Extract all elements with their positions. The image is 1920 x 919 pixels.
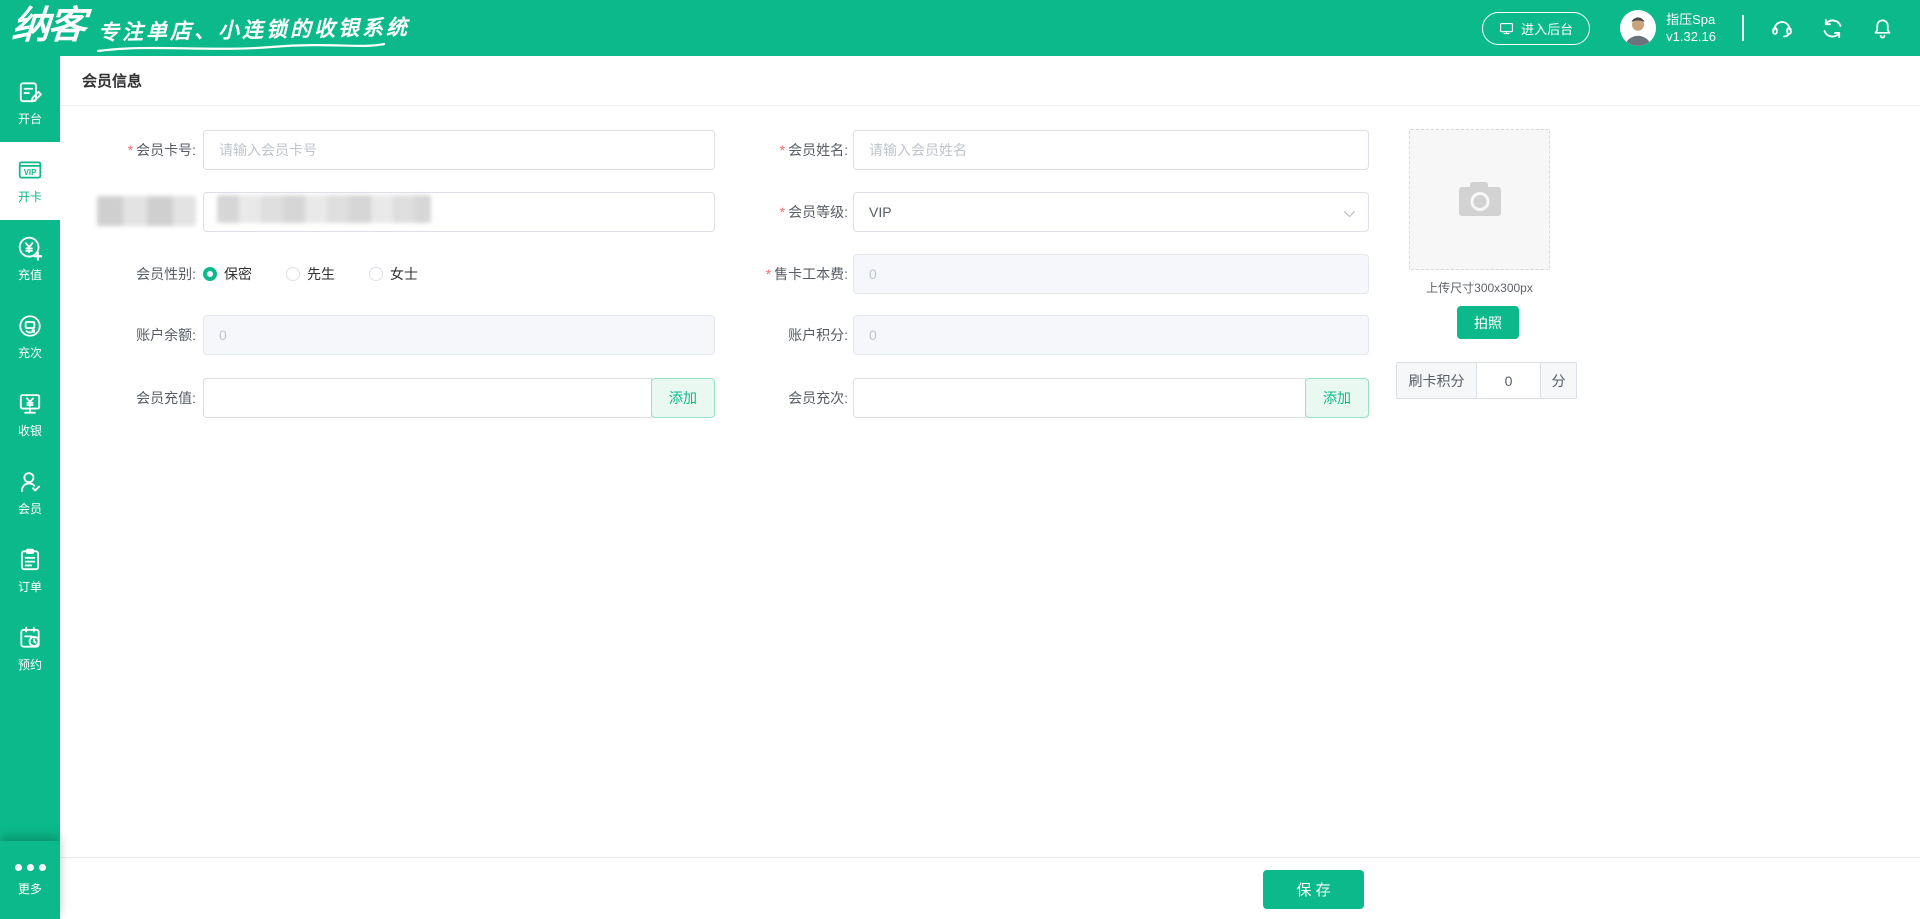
sidebar-item-recharge[interactable]: 充值	[0, 220, 60, 298]
sidebar: 开台 VIP 开卡 充值 充次 收银 会员 订单 预约 更多	[0, 56, 60, 919]
card-fee-input	[853, 254, 1369, 294]
store-info: 指压Spa v1.32.16	[1666, 11, 1716, 45]
order-clipboard-icon	[17, 547, 43, 573]
header-actions: 进入后台 指压Spa v1.32.16	[1482, 10, 1920, 46]
main-content: 会员信息 *会员卡号: *会员姓名: *会员等级: VIP	[60, 56, 1920, 919]
camera-icon	[1458, 181, 1501, 216]
gender-radio-group: 保密 先生 女士	[203, 254, 452, 294]
header-divider	[1742, 15, 1744, 41]
recharge-input[interactable]	[203, 378, 652, 418]
member-form: *会员卡号: *会员姓名: *会员等级: VIP 会员性别:	[60, 56, 1920, 919]
gender-radio-mr[interactable]: 先生	[286, 264, 335, 284]
card-fee-label: * 售卡工本费:	[765, 266, 848, 282]
take-photo-button[interactable]: 拍照	[1457, 306, 1519, 339]
recharge-times-icon	[17, 313, 43, 339]
card-number-input[interactable]	[203, 130, 715, 170]
sidebar-item-recharge-times[interactable]: 充次	[0, 298, 60, 376]
cashier-monitor-icon	[17, 391, 43, 417]
chevron-down-icon	[1343, 205, 1356, 218]
store-name: 指压Spa	[1666, 12, 1716, 27]
enter-backend-label: 进入后台	[1521, 21, 1574, 37]
sidebar-item-label: 更多	[17, 881, 42, 896]
member-level-value: VIP	[869, 204, 892, 220]
gender-label: 会员性别:	[136, 266, 196, 282]
radio-icon	[286, 267, 300, 281]
tagline-underline-decoration	[96, 42, 386, 53]
sidebar-item-label: 收银	[17, 424, 42, 438]
sidebar-item-vip-card[interactable]: VIP 开卡	[0, 142, 60, 220]
radio-icon	[369, 267, 383, 281]
member-name-input[interactable]	[853, 130, 1369, 170]
radio-icon	[203, 267, 217, 281]
sidebar-nav: 开台 VIP 开卡 充值 充次 收银 会员 订单 预约	[0, 56, 60, 688]
brand-area: 纳客 专注单店、小连锁的收银系统	[0, 0, 410, 56]
recharge-times-add-button[interactable]: 添加	[1305, 378, 1369, 418]
save-button[interactable]: 保 存	[1263, 870, 1364, 909]
member-name-label: * 会员姓名:	[779, 142, 848, 158]
sidebar-item-more[interactable]: 更多	[0, 841, 60, 919]
gender-radio-secret[interactable]: 保密	[203, 264, 252, 284]
recharge-label: 会员充值:	[136, 390, 196, 406]
required-mark: *	[765, 266, 772, 282]
recharge-times-label: 会员充次:	[788, 390, 848, 406]
photo-size-hint: 上传尺寸300x300px	[1426, 281, 1533, 295]
censored-field-value	[217, 195, 431, 223]
required-mark: *	[779, 204, 786, 220]
photo-upload-box[interactable]	[1409, 129, 1550, 270]
booking-clock-icon	[17, 625, 43, 651]
required-mark: *	[127, 142, 134, 158]
sidebar-item-label: 会员	[17, 502, 42, 516]
app-logo: 纳客	[10, 5, 86, 47]
card-number-label: * 会员卡号:	[127, 142, 196, 158]
recharge-group: 添加	[203, 378, 715, 418]
sidebar-item-members[interactable]: 会员	[0, 454, 60, 532]
sidebar-item-label: 订单	[17, 580, 42, 594]
member-person-icon	[17, 469, 43, 495]
recharge-times-input[interactable]	[853, 378, 1306, 418]
support-headset-icon[interactable]	[1770, 16, 1794, 40]
more-dots-icon	[14, 863, 46, 871]
sidebar-item-open-table[interactable]: 开台	[0, 64, 60, 142]
avatar[interactable]	[1620, 10, 1657, 46]
recharge-times-group: 添加	[853, 378, 1369, 418]
recharge-money-icon	[17, 235, 43, 261]
sync-icon[interactable]	[1820, 16, 1845, 41]
points-label: 账户积分:	[788, 327, 848, 343]
member-level-label: * 会员等级:	[779, 204, 848, 220]
footer-bar: 保 存	[60, 857, 1920, 919]
swipe-points-label: 刷卡积分	[1397, 363, 1477, 398]
notifications-bell-icon[interactable]	[1871, 17, 1894, 40]
sidebar-item-label: 充次	[17, 346, 42, 360]
balance-input	[203, 315, 715, 355]
member-level-select[interactable]: VIP	[853, 192, 1369, 232]
gender-radio-ms[interactable]: 女士	[369, 264, 418, 284]
app-root: 纳客 专注单店、小连锁的收银系统 进入后台 指压Spa v1.32.16 开台 …	[0, 0, 1920, 919]
sidebar-item-cashier[interactable]: 收银	[0, 376, 60, 454]
sidebar-item-label: 开卡	[17, 190, 42, 204]
sidebar-item-label: 预约	[17, 658, 42, 672]
required-mark: *	[779, 142, 786, 158]
sidebar-item-orders[interactable]: 订单	[0, 532, 60, 610]
sidebar-item-booking[interactable]: 预约	[0, 610, 60, 688]
swipe-points-unit: 分	[1540, 363, 1576, 398]
swipe-points-input[interactable]	[1477, 363, 1540, 398]
censored-field-label	[97, 196, 196, 226]
balance-label: 账户余额:	[136, 327, 196, 343]
svg-text:VIP: VIP	[24, 168, 37, 177]
swipe-points-widget: 刷卡积分 分	[1396, 362, 1577, 399]
app-version: v1.32.16	[1666, 29, 1716, 44]
enter-backend-button[interactable]: 进入后台	[1482, 11, 1591, 45]
monitor-icon	[1499, 21, 1514, 36]
vip-card-icon: VIP	[16, 157, 44, 183]
top-header: 纳客 专注单店、小连锁的收银系统 进入后台 指压Spa v1.32.16	[0, 0, 1920, 56]
points-input	[853, 315, 1369, 355]
open-table-icon	[17, 79, 43, 105]
sidebar-item-label: 充值	[17, 268, 42, 282]
sidebar-item-label: 开台	[17, 112, 42, 126]
